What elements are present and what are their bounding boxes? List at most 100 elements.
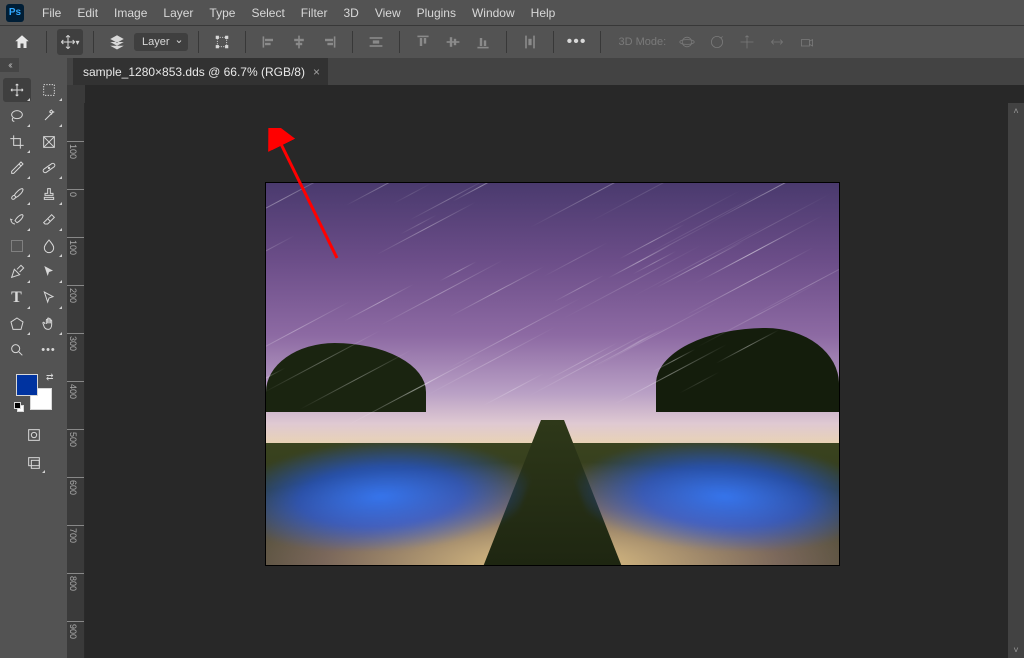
workspace: T ••• ⇄ sample_1280×853.dds @ 66.7% (RGB… <box>0 58 1024 658</box>
menu-file[interactable]: File <box>34 6 69 20</box>
swap-colors-button[interactable]: ⇄ <box>46 372 54 383</box>
align-right-icon <box>321 34 337 50</box>
menu-select[interactable]: Select <box>243 6 292 20</box>
align-right-button[interactable] <box>316 29 342 55</box>
3d-slide-button[interactable] <box>764 29 790 55</box>
menu-plugins[interactable]: Plugins <box>409 6 464 20</box>
align-hcenter-icon <box>291 34 307 50</box>
rect-marquee-tool[interactable] <box>35 78 63 102</box>
ruler-tick-label: 100 <box>68 240 78 255</box>
align-hcenter-button[interactable] <box>286 29 312 55</box>
arrow-cursor-icon <box>41 264 57 280</box>
menu-filter[interactable]: Filter <box>293 6 336 20</box>
magic-wand-icon <box>41 108 57 124</box>
scroll-up-button[interactable]: ˄ <box>1008 103 1024 119</box>
pen-tool[interactable] <box>3 260 31 284</box>
menu-view[interactable]: View <box>367 6 409 20</box>
3d-pan-button[interactable] <box>734 29 760 55</box>
distribute-h-button[interactable] <box>363 29 389 55</box>
crop-icon <box>9 134 25 150</box>
vertical-scrollbar[interactable]: ˄ ˅ <box>1008 103 1024 658</box>
crop-tool[interactable] <box>3 130 31 154</box>
home-button[interactable] <box>8 28 36 56</box>
auto-select-toggle[interactable] <box>104 29 130 55</box>
foreground-color-swatch[interactable] <box>16 374 38 396</box>
lasso-tool[interactable] <box>3 104 31 128</box>
hand-tool[interactable] <box>35 312 63 336</box>
document-tab[interactable]: sample_1280×853.dds @ 66.7% (RGB/8) × <box>73 58 328 85</box>
gradient-tool[interactable] <box>3 234 31 258</box>
move-tool-indicator[interactable]: ▾ <box>57 29 83 55</box>
clone-stamp-tool[interactable] <box>35 182 63 206</box>
frame-tool[interactable] <box>35 130 63 154</box>
distribute-v-icon <box>522 34 538 50</box>
menu-type[interactable]: Type <box>201 6 243 20</box>
direct-select-tool[interactable] <box>35 286 63 310</box>
menu-bar: Ps File Edit Image Layer Type Select Fil… <box>0 0 1024 25</box>
app-logo[interactable]: Ps <box>6 4 24 22</box>
screen-mode-button[interactable] <box>22 452 46 474</box>
move-tool[interactable] <box>3 78 31 102</box>
menu-edit[interactable]: Edit <box>69 6 106 20</box>
pen-icon <box>9 264 25 280</box>
canvas[interactable] <box>266 183 839 565</box>
blur-icon <box>41 238 57 254</box>
align-left-button[interactable] <box>256 29 282 55</box>
scroll-down-button[interactable]: ˅ <box>1008 642 1024 658</box>
more-options-button[interactable]: ••• <box>564 29 590 55</box>
quick-mask-button[interactable] <box>22 424 46 446</box>
eyedropper-icon <box>9 160 25 176</box>
path-select-tool[interactable] <box>35 260 63 284</box>
quick-select-tool[interactable] <box>35 104 63 128</box>
menu-layer[interactable]: Layer <box>155 6 201 20</box>
transform-target-select[interactable]: Layer <box>134 33 188 51</box>
healing-brush-tool[interactable] <box>35 156 63 180</box>
align-top-icon <box>415 34 431 50</box>
zoom-icon <box>9 342 25 358</box>
shape-tool[interactable] <box>3 312 31 336</box>
camera-icon <box>799 34 815 50</box>
zoom-tool[interactable] <box>3 338 31 362</box>
mode3d-label: 3D Mode: <box>619 36 667 48</box>
eraser-tool[interactable] <box>35 208 63 232</box>
menu-help[interactable]: Help <box>523 6 564 20</box>
ruler-tick-label: 400 <box>68 384 78 399</box>
history-brush-tool[interactable] <box>3 208 31 232</box>
default-colors-button[interactable] <box>14 402 24 412</box>
menu-3d[interactable]: 3D <box>335 6 366 20</box>
move-icon <box>9 82 25 98</box>
menu-window[interactable]: Window <box>464 6 523 20</box>
arrow-cursor-outline-icon <box>41 290 57 306</box>
3d-camera-button[interactable] <box>794 29 820 55</box>
type-tool[interactable]: T <box>3 286 31 310</box>
type-icon: T <box>11 289 22 307</box>
vertical-ruler[interactable]: 01000100200300400500600700800900 <box>67 103 85 658</box>
align-top-button[interactable] <box>410 29 436 55</box>
3d-orbit-button[interactable] <box>674 29 700 55</box>
edit-toolbar-button[interactable]: ••• <box>35 338 63 362</box>
ruler-tick-label: 800 <box>68 576 78 591</box>
roll-icon <box>709 34 725 50</box>
history-brush-icon <box>9 212 25 228</box>
hand-icon <box>41 316 57 332</box>
3d-roll-button[interactable] <box>704 29 730 55</box>
brush-tool[interactable] <box>3 182 31 206</box>
transform-controls-toggle[interactable] <box>209 29 235 55</box>
slide-icon <box>769 34 785 50</box>
align-vcenter-button[interactable] <box>440 29 466 55</box>
blur-tool[interactable] <box>35 234 63 258</box>
stamp-icon <box>41 186 57 202</box>
distribute-h-icon <box>368 34 384 50</box>
ellipsis-icon: ••• <box>567 33 587 51</box>
distribute-v-button[interactable] <box>517 29 543 55</box>
panel-collapse-button[interactable]: ‹‹ <box>0 58 19 72</box>
move-icon <box>60 34 76 50</box>
close-tab-button[interactable]: × <box>313 65 320 79</box>
eyedropper-tool[interactable] <box>3 156 31 180</box>
canvas-viewport[interactable] <box>85 103 1008 658</box>
align-bottom-button[interactable] <box>470 29 496 55</box>
color-swatches: ⇄ <box>14 372 54 412</box>
menu-image[interactable]: Image <box>106 6 155 20</box>
ruler-origin[interactable] <box>67 85 85 103</box>
quick-mask-icon <box>26 427 42 443</box>
